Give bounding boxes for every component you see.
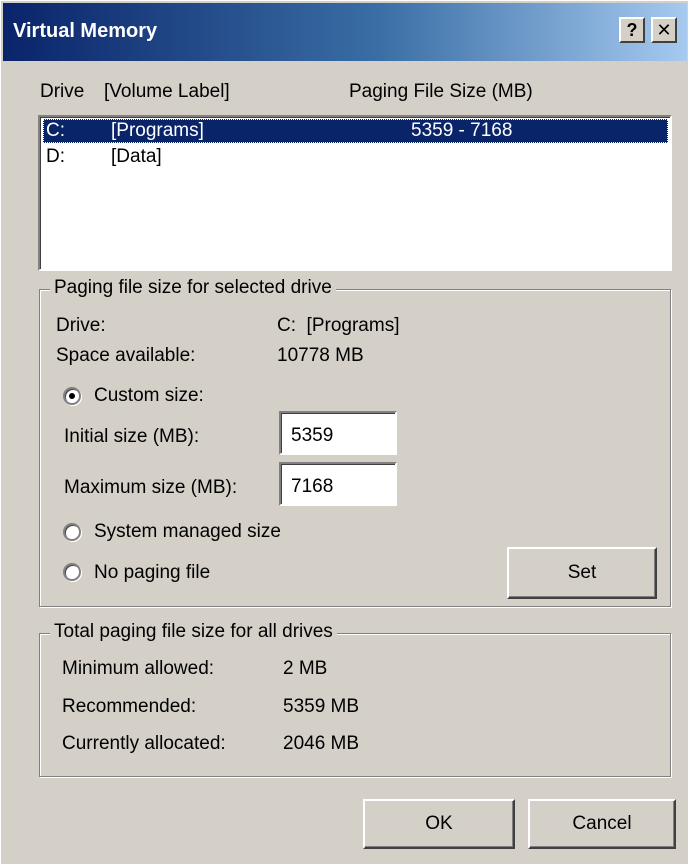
drive-value: C: [Programs]	[277, 315, 400, 336]
set-button[interactable]: Set	[507, 547, 657, 599]
minimum-allowed-value: 2 MB	[283, 658, 328, 679]
help-button[interactable]: ?	[619, 17, 645, 43]
volume-label: [Data]	[111, 146, 162, 167]
paging-size: 5359 - 7168	[411, 120, 513, 141]
space-available-label: Space available:	[56, 345, 196, 366]
no-paging-file-label[interactable]: No paging file	[94, 562, 210, 584]
drive-list[interactable]: C: [Programs] 5359 - 7168 D: [Data]	[38, 115, 672, 271]
title-bar[interactable]: Virtual Memory ? ✕	[3, 3, 687, 61]
minimum-allowed-label: Minimum allowed:	[62, 658, 215, 679]
maximum-size-label: Maximum size (MB):	[64, 477, 238, 498]
drive-letter: D:	[46, 146, 65, 167]
maximum-size-input[interactable]	[279, 462, 397, 506]
recommended-value: 5359 MB	[283, 696, 360, 717]
initial-size-input[interactable]	[279, 411, 397, 455]
drive-letter: C:	[46, 120, 65, 141]
total-paging-group-title: Total paging file size for all drives	[50, 621, 337, 643]
volume-label: [Programs]	[111, 120, 204, 141]
no-paging-file-radio[interactable]	[63, 563, 81, 581]
system-managed-label[interactable]: System managed size	[94, 521, 281, 543]
currently-allocated-value: 2046 MB	[283, 733, 360, 754]
column-header-drive: Drive	[40, 81, 85, 102]
drive-row-d[interactable]: D: [Data]	[43, 145, 668, 169]
cancel-button[interactable]: Cancel	[528, 799, 676, 849]
ok-button[interactable]: OK	[363, 799, 515, 849]
radio-dot	[69, 393, 75, 399]
selected-drive-group-title: Paging file size for selected drive	[50, 277, 336, 299]
custom-size-radio[interactable]	[63, 387, 81, 405]
initial-size-label: Initial size (MB):	[64, 426, 200, 447]
column-header-volume-label: [Volume Label]	[104, 81, 230, 102]
custom-size-label[interactable]: Custom size:	[94, 385, 204, 407]
window-title: Virtual Memory	[13, 20, 158, 42]
column-header-paging-size: Paging File Size (MB)	[349, 81, 533, 102]
space-available-value: 10778 MB	[277, 345, 364, 366]
recommended-label: Recommended:	[62, 696, 197, 717]
drive-row-c[interactable]: C: [Programs] 5359 - 7168	[43, 119, 668, 143]
currently-allocated-label: Currently allocated:	[62, 733, 226, 754]
close-button[interactable]: ✕	[651, 17, 677, 43]
virtual-memory-dialog: Virtual Memory ? ✕ Drive [Volume Label] …	[0, 0, 688, 864]
system-managed-radio[interactable]	[63, 523, 81, 541]
drive-label: Drive:	[56, 315, 106, 336]
